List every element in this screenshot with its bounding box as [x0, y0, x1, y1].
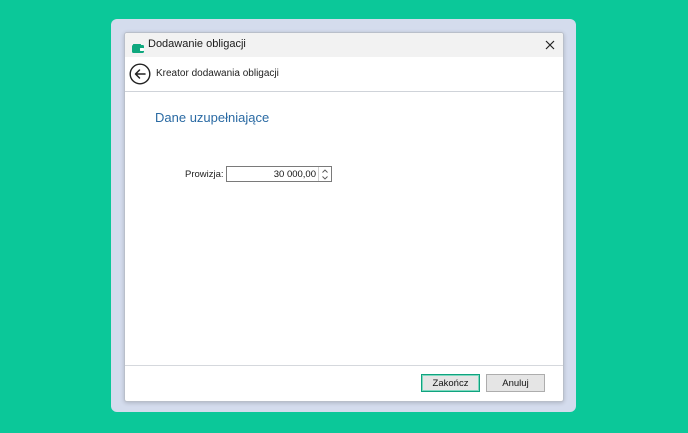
commission-label: Prowizja: — [185, 169, 224, 180]
cancel-button[interactable]: Anuluj — [486, 374, 545, 392]
dialog-window: Dodawanie obligacji Kreator dodawania ob… — [124, 32, 564, 402]
chevron-down-icon — [322, 175, 328, 180]
spin-up-button[interactable] — [319, 167, 331, 174]
commission-input[interactable]: 30 000,00 — [226, 166, 332, 182]
wizard-title: Kreator dodawania obligacji — [156, 68, 279, 79]
section-title: Dane uzupełniające — [155, 110, 270, 125]
commission-value[interactable]: 30 000,00 — [274, 169, 316, 180]
back-arrow-icon — [129, 63, 151, 85]
wizard-header: Kreator dodawania obligacji — [125, 57, 563, 92]
close-icon — [545, 40, 555, 50]
footer-divider — [125, 365, 563, 366]
chevron-up-icon — [322, 168, 328, 173]
title-bar: Dodawanie obligacji — [125, 33, 563, 57]
spin-down-button[interactable] — [319, 174, 331, 181]
close-button[interactable] — [537, 33, 563, 57]
finish-button[interactable]: Zakończ — [421, 374, 480, 392]
window-title: Dodawanie obligacji — [148, 38, 246, 50]
wallet-icon — [132, 40, 144, 53]
commission-spinner — [318, 167, 331, 181]
back-button[interactable] — [129, 63, 151, 85]
